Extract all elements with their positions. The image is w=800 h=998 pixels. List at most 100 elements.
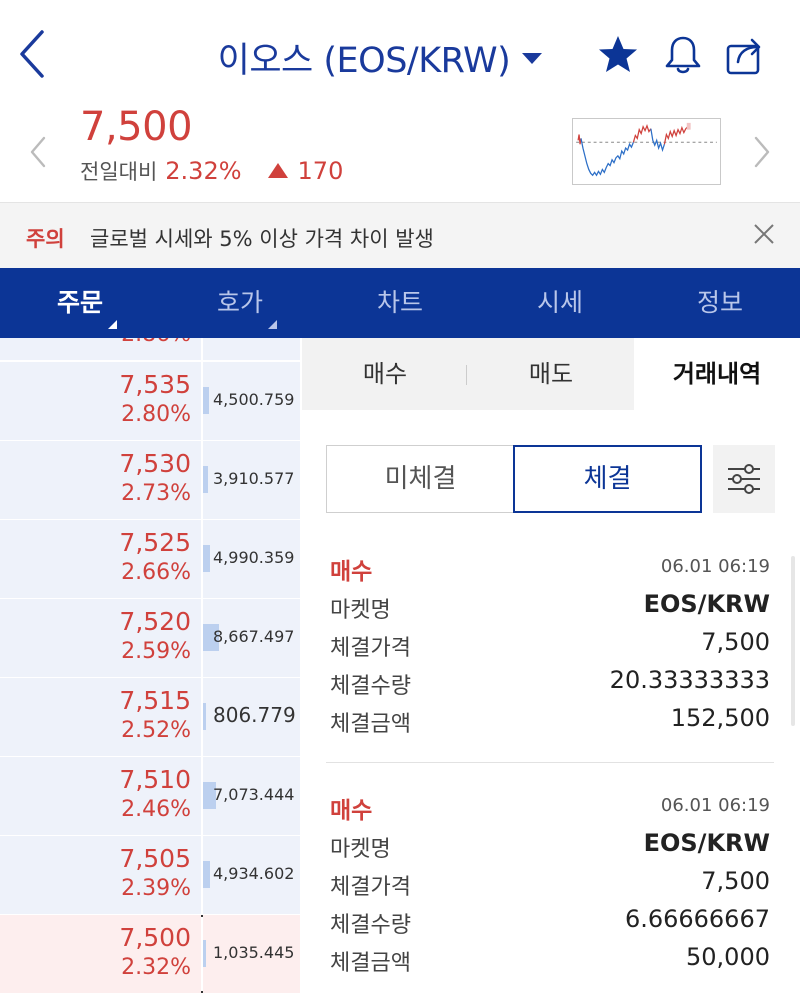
order-sub-tabs: 매수 매도 거래내역 (302, 338, 800, 410)
orderbook-percent: 2.80% (121, 402, 191, 427)
tab-market-price[interactable]: 시세 (480, 268, 640, 338)
tab-chart[interactable]: 차트 (320, 268, 480, 338)
filter-sliders-icon (728, 464, 760, 494)
orderbook-price: 7,530 (119, 449, 191, 478)
trade-time: 06.01 06:19 (660, 556, 770, 577)
orderbook-price: 7,505 (119, 844, 191, 873)
tab-info-label: 정보 (696, 288, 743, 317)
orderbook-qty: 3,910.577 (213, 469, 295, 488)
change-percent: 2.32% (165, 157, 242, 185)
orderbook-percent: 2.86% (121, 338, 191, 347)
orderbook-qty-cell: 3,910.577 (203, 441, 300, 519)
orderbook-qty: 4,990.359 (213, 548, 295, 567)
orderbook-price-cell: 7,500 2.32% (0, 915, 201, 993)
amount-label: 체결금액 (330, 712, 411, 737)
tab-order-label: 주문 (56, 288, 103, 317)
tab-order[interactable]: 주문 (0, 268, 160, 338)
orderbook-percent: 2.59% (121, 639, 191, 664)
subtab-divider (466, 365, 467, 385)
mini-price-chart[interactable] (572, 118, 721, 185)
price-warning-banner: 주의 글로벌 시세와 5% 이상 가격 차이 발생 (0, 202, 800, 268)
orderbook-qty: 7,073.444 (213, 785, 295, 804)
orderbook-qty-cell: 4,990.359 (203, 520, 300, 598)
subtab-history[interactable]: 거래내역 (634, 338, 800, 410)
orderbook-price: 7,535 (119, 370, 191, 399)
favorite-star-icon[interactable] (597, 34, 639, 76)
app-header: 이오스 (EOS/KRW) (0, 0, 800, 105)
orderbook-qty: 1,035.445 (213, 943, 295, 962)
orderbook-row-current-price[interactable]: 7,500 2.32% 1,035.445 (0, 915, 300, 993)
orderbook-row[interactable]: 7,525 2.66% 4,990.359 (0, 520, 300, 598)
orderbook-price-cell: 7,510 2.46% (0, 757, 201, 835)
close-icon[interactable] (752, 222, 776, 246)
change-label: 전일대비 (80, 160, 158, 184)
current-price: 7,500 (80, 104, 193, 150)
market-label: 마켓명 (330, 837, 391, 862)
orderbook-percent: 2.46% (121, 797, 191, 822)
subtab-buy[interactable]: 매수 (302, 338, 468, 410)
orderbook-row[interactable]: 7,530 2.73% 3,910.577 (0, 441, 300, 519)
orderbook-price-cell: 7,525 2.66% (0, 520, 201, 598)
price-change-row: 전일대비 2.32% 170 (80, 156, 343, 186)
title-caret-icon[interactable] (522, 53, 543, 64)
scrollbar-thumb[interactable] (791, 556, 795, 726)
tab-orderbook[interactable]: 호가 (160, 268, 320, 338)
next-coin-arrow-icon[interactable] (750, 134, 774, 170)
orderbook-qty-cell: 1,035.445 (203, 915, 300, 993)
orderbook-price: 7,515 (119, 686, 191, 715)
tab-chart-label: 차트 (376, 288, 423, 317)
orderbook-qty-cell (203, 338, 300, 360)
warning-text: 글로벌 시세와 5% 이상 가격 차이 발생 (90, 227, 434, 251)
orderbook-price: 7,520 (119, 607, 191, 636)
orderbook-price-cell: 7,520 2.59% (0, 599, 201, 677)
orderbook-row[interactable]: 7,515 2.52% 806.779 (0, 678, 300, 756)
trade-market: EOS/KRW (643, 829, 770, 857)
orderbook-qty: 8,667.497 (213, 627, 295, 646)
filter-button[interactable] (713, 445, 775, 513)
volume-bar (203, 545, 210, 572)
trade-side: 매수 (330, 559, 373, 585)
orderbook-qty-cell: 4,934.602 (203, 836, 300, 914)
volume-bar (203, 387, 209, 414)
subtab-sell[interactable]: 매도 (468, 338, 634, 410)
prev-coin-arrow-icon[interactable] (26, 134, 50, 170)
orderbook-percent: 2.32% (121, 955, 191, 980)
trade-amount: 152,500 (670, 704, 770, 732)
orderbook-row[interactable]: 7,510 2.46% 7,073.444 (0, 757, 300, 835)
orderbook-row[interactable]: 7,505 2.39% 4,934.602 (0, 836, 300, 914)
trade-item[interactable]: 매수 06.01 06:19 마켓명 EOS/KRW 체결가격 7,500 체결… (330, 552, 770, 742)
trade-side: 매수 (330, 798, 373, 824)
trade-price: 7,500 (701, 628, 770, 656)
up-triangle-icon (267, 163, 288, 178)
tab-orderbook-label: 호가 (216, 288, 263, 317)
price-label: 체결가격 (330, 875, 411, 900)
market-title[interactable]: 이오스 (EOS/KRW) (218, 41, 511, 81)
share-icon[interactable] (725, 34, 769, 76)
orderbook-qty: 4,500.759 (213, 390, 295, 409)
orderbook-row[interactable]: 7,535 2.80% 4,500.759 (0, 362, 300, 440)
orderbook-price-cell: 7,505 2.39% (0, 836, 201, 914)
filled-orders-toggle[interactable]: 체결 (513, 445, 702, 513)
market-label: 마켓명 (330, 598, 391, 623)
bell-icon[interactable] (662, 34, 704, 76)
trade-item[interactable]: 매수 06.01 06:19 마켓명 EOS/KRW 체결가격 7,500 체결… (330, 791, 770, 981)
trade-divider (326, 762, 774, 763)
orderbook-qty-cell: 8,667.497 (203, 599, 300, 677)
main-tab-bar: 주문 호가 차트 시세 정보 (0, 268, 800, 338)
orderbook-price-cell: 2.86% (0, 338, 201, 360)
orderbook-qty: 806.779 (213, 703, 296, 727)
unfilled-orders-toggle[interactable]: 미체결 (326, 445, 514, 513)
orderbook-row[interactable]: 2.86% (0, 338, 300, 360)
orderbook-percent: 2.73% (121, 481, 191, 506)
trade-time: 06.01 06:19 (660, 795, 770, 816)
orderbook-qty: 4,934.602 (213, 864, 295, 883)
orderbook[interactable]: 2.86% 7,535 2.80% 4,500.759 7,530 2.73% … (0, 338, 302, 998)
volume-bar (203, 466, 208, 493)
orderbook-price: 7,510 (119, 765, 191, 794)
qty-label: 체결수량 (330, 913, 411, 938)
orderbook-price: 7,525 (119, 528, 191, 557)
tab-corner-icon (268, 320, 277, 329)
tab-info[interactable]: 정보 (640, 268, 800, 338)
orderbook-row[interactable]: 7,520 2.59% 8,667.497 (0, 599, 300, 677)
order-panel: 매수 매도 거래내역 미체결 체결 매수 06.01 06:19 마켓명 EOS… (302, 338, 800, 998)
